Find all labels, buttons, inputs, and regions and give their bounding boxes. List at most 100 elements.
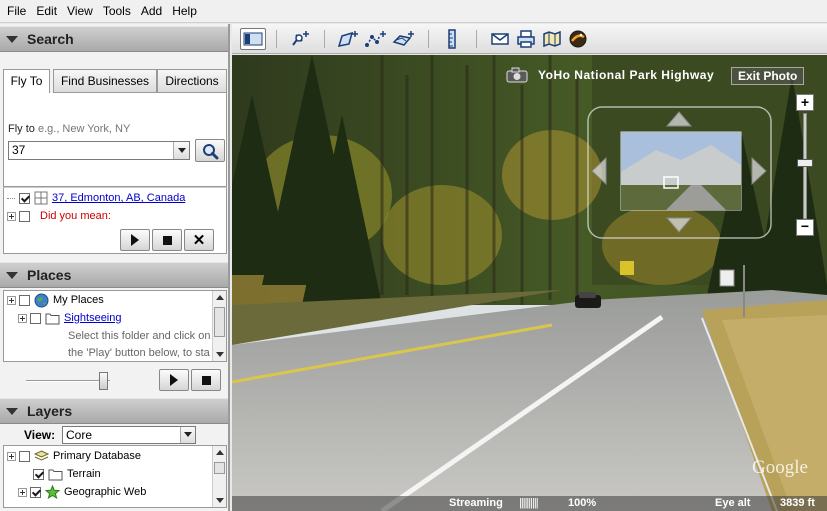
list-item[interactable]: Sightseeing [18,310,122,326]
did-you-mean-text: Did you mean: [40,210,111,222]
google-watermark: Google [752,457,808,478]
fly-to-input[interactable]: 37 [8,141,190,160]
expand-icon[interactable] [7,211,16,221]
layer-checkbox[interactable] [33,468,44,480]
tab-fly-to[interactable]: Fly To [3,69,50,94]
map-view-button[interactable] [540,28,564,50]
add-placemark-button[interactable] [288,28,312,50]
result-checkbox[interactable] [19,192,30,204]
primary-database-label: Primary Database [53,450,142,462]
nav-down-icon[interactable] [666,217,692,233]
expand-icon[interactable] [7,295,16,305]
polygon-add-icon [337,31,358,47]
ruler-icon [448,29,456,49]
scroll-down-icon[interactable] [216,352,224,357]
scroll-up-icon[interactable] [216,450,224,455]
streaming-label: Streaming [449,497,503,509]
places-play-button[interactable] [159,369,189,391]
magnifier-icon [203,144,219,160]
list-item[interactable]: Primary Database [7,448,141,464]
stop-button[interactable] [152,229,182,251]
places-panel-header[interactable]: Places [0,262,228,288]
layers-scrollbar[interactable] [212,446,226,507]
search-panel-title: Search [27,31,74,47]
email-button[interactable] [488,28,512,50]
chevron-down-icon[interactable] [173,142,189,159]
folder-description-line2: the 'Play' button below, to sta [68,347,210,359]
zoom-in-button[interactable]: + [796,94,814,111]
list-item[interactable]: Geographic Web [18,484,146,500]
add-path-button[interactable] [364,28,388,50]
places-panel-title: Places [27,267,72,283]
tour-speed-slider[interactable] [26,372,110,390]
scroll-up-icon[interactable] [216,295,224,300]
folder-icon [48,469,63,480]
collapse-triangle-icon[interactable] [6,407,18,415]
path-add-icon [365,31,386,47]
scroll-thumb[interactable] [214,462,225,474]
zoom-control: + − [795,93,815,239]
places-list: My Places Sightseeing Select this folder… [3,290,227,362]
scroll-down-icon[interactable] [216,498,224,503]
ruler-button[interactable] [440,28,464,50]
menu-add[interactable]: Add [136,0,167,23]
camera-icon [506,67,528,83]
layers-view-select[interactable]: Core [62,426,196,444]
menu-tools[interactable]: Tools [98,0,136,23]
play-icon [170,374,178,386]
places-scrollbar[interactable] [212,291,226,361]
toolbar-separator [476,30,477,48]
result-checkbox[interactable] [19,210,30,222]
nav-left-icon[interactable] [591,157,607,185]
add-image-overlay-button[interactable] [392,28,416,50]
sightseeing-link[interactable]: Sightseeing [64,312,122,324]
search-button[interactable] [195,139,225,162]
expand-icon[interactable] [7,451,16,461]
play-button[interactable] [120,229,150,251]
slider-knob[interactable] [99,372,108,390]
list-item[interactable]: 37, Edmonton, AB, Canada [7,190,185,206]
menu-bar: File Edit View Tools Add Help [0,0,827,23]
exit-photo-button[interactable]: Exit Photo [731,67,805,85]
clear-results-button[interactable]: ✕ [184,229,214,251]
map-viewport[interactable]: YoHo National Park Highway Exit Photo + … [232,55,827,511]
list-item[interactable]: Terrain [33,466,101,482]
collapse-triangle-icon[interactable] [6,271,18,279]
sky-icon [569,30,587,48]
search-panel-header[interactable]: Search [0,26,228,52]
print-button[interactable] [514,28,538,50]
collapse-triangle-icon[interactable] [6,35,18,43]
list-item[interactable]: My Places [7,292,104,308]
tab-find-businesses[interactable]: Find Businesses [53,69,157,93]
layers-panel-header[interactable]: Layers [0,398,228,424]
nav-up-icon[interactable] [666,111,692,127]
zoom-thumb[interactable] [797,159,813,167]
places-checkbox[interactable] [19,294,30,306]
places-stop-button[interactable] [191,369,221,391]
chevron-down-icon[interactable] [180,427,195,443]
eye-alt-label: Eye alt [715,497,751,509]
sidebar-toggle-button[interactable] [240,28,266,50]
layer-checkbox[interactable] [19,450,30,462]
layer-checkbox[interactable] [30,486,41,498]
zoom-out-button[interactable]: − [796,219,814,236]
tab-directions[interactable]: Directions [157,69,227,93]
expand-icon[interactable] [18,487,27,497]
menu-help[interactable]: Help [167,0,202,23]
fly-to-pane: Fly to e.g., New York, NY 37 [3,93,227,187]
layers-view-value: Core [66,428,93,442]
menu-view[interactable]: View [62,0,98,23]
streaming-bars: |||||||||| [519,497,539,509]
scroll-thumb[interactable] [214,307,225,337]
fly-to-query: 37 [12,143,26,157]
nav-right-icon[interactable] [751,157,767,185]
result-link[interactable]: 37, Edmonton, AB, Canada [52,192,185,204]
list-item[interactable]: Did you mean: [7,208,111,224]
expand-icon[interactable] [18,313,27,323]
menu-file[interactable]: File [2,0,31,23]
toolbar [232,24,827,54]
sky-button[interactable] [566,28,590,50]
places-checkbox[interactable] [30,312,41,324]
add-polygon-button[interactable] [336,28,360,50]
menu-edit[interactable]: Edit [31,0,62,23]
